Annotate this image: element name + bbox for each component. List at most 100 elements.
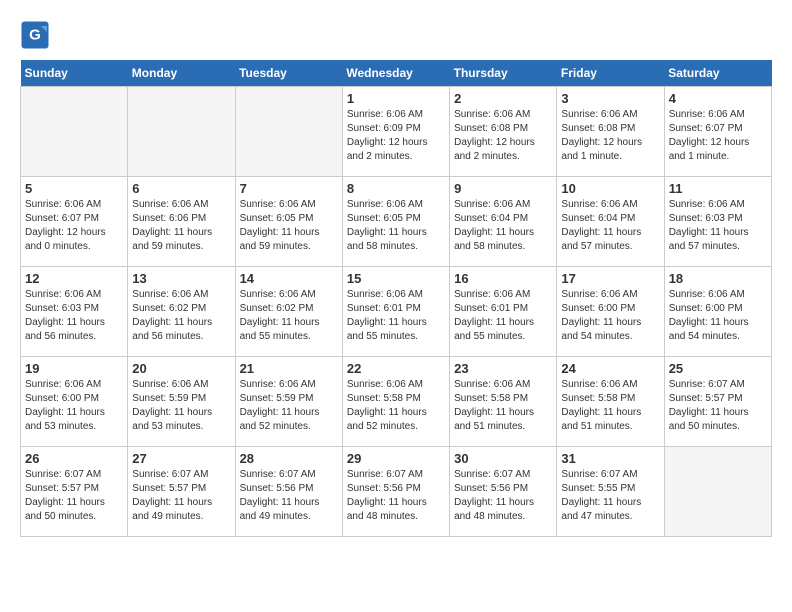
calendar-week-row: 19Sunrise: 6:06 AM Sunset: 6:00 PM Dayli… [21,357,772,447]
calendar-cell: 9Sunrise: 6:06 AM Sunset: 6:04 PM Daylig… [450,177,557,267]
weekday-header-cell: Thursday [450,60,557,87]
day-number: 17 [561,271,659,286]
calendar-cell: 28Sunrise: 6:07 AM Sunset: 5:56 PM Dayli… [235,447,342,537]
calendar-week-row: 5 Sunrise: 6:06 AM Sunset: 6:07 PM Daylig… [21,177,772,267]
weekday-header-cell: Wednesday [342,60,449,87]
calendar-week-row: 26 Sunrise: 6:07 AM Sunset: 5:57 PM Dayli… [21,447,772,537]
day-number: 25 [669,361,767,376]
calendar-cell [21,87,128,177]
calendar-week-row: 1 Sunrise: 6:06 AM Sunset: 6:09 PM Daylig… [21,87,772,177]
calendar-cell: 5 Sunrise: 6:06 AM Sunset: 6:07 PM Daylig… [21,177,128,267]
calendar-cell: 25 Sunrise: 6:07 AM Sunset: 5:57 PM Dayli… [664,357,771,447]
day-info: Sunrise: 6:07 AM Sunset: 5:56 PM Dayligh… [454,468,552,524]
day-info: Sunrise: 6:06 AM Sunset: 6:09 PM Dayligh… [347,108,445,164]
calendar-cell: 26 Sunrise: 6:07 AM Sunset: 5:57 PM Dayli… [21,447,128,537]
day-number: 16 [454,271,552,286]
day-info: Sunrise: 6:06 AM Sunset: 6:08 PM Dayligh… [454,108,552,164]
day-info: Sunrise: 6:06 AM Sunset: 6:03 PM Dayligh… [669,198,767,254]
calendar-cell: 19Sunrise: 6:06 AM Sunset: 6:00 PM Dayli… [21,357,128,447]
day-info: Sunrise: 6:06 AM Sunset: 6:00 PM Dayligh… [561,288,659,344]
page-header: G [20,20,772,50]
calendar-cell: 11 Sunrise: 6:06 AM Sunset: 6:03 PM Dayli… [664,177,771,267]
day-number: 28 [240,451,338,466]
day-number: 14 [240,271,338,286]
calendar-cell: 27 Sunrise: 6:07 AM Sunset: 5:57 PM Dayli… [128,447,235,537]
calendar-cell: 30 Sunrise: 6:07 AM Sunset: 5:56 PM Dayli… [450,447,557,537]
calendar-cell: 3 Sunrise: 6:06 AM Sunset: 6:08 PM Daylig… [557,87,664,177]
weekday-header-cell: Saturday [664,60,771,87]
calendar-cell: 15 Sunrise: 6:06 AM Sunset: 6:01 PM Dayli… [342,267,449,357]
day-info: Sunrise: 6:06 AM Sunset: 6:08 PM Dayligh… [561,108,659,164]
day-number: 11 [669,181,767,196]
weekday-header-cell: Friday [557,60,664,87]
day-number: 13 [132,271,230,286]
weekday-header-cell: Monday [128,60,235,87]
day-info: Sunrise: 6:06 AM Sunset: 6:00 PM Dayligh… [669,288,767,344]
logo: G [20,20,54,50]
day-info: Sunrise: 6:07 AM Sunset: 5:56 PM Dayligh… [347,468,445,524]
day-number: 2 [454,91,552,106]
calendar-cell: 4 Sunrise: 6:06 AM Sunset: 6:07 PM Daylig… [664,87,771,177]
day-number: 22 [347,361,445,376]
day-number: 27 [132,451,230,466]
calendar-cell: 8Sunrise: 6:06 AM Sunset: 6:05 PM Daylig… [342,177,449,267]
calendar-cell: 23 Sunrise: 6:06 AM Sunset: 5:58 PM Dayli… [450,357,557,447]
calendar-cell: 18 Sunrise: 6:06 AM Sunset: 6:00 PM Dayli… [664,267,771,357]
day-number: 10 [561,181,659,196]
day-info: Sunrise: 6:06 AM Sunset: 5:59 PM Dayligh… [132,378,230,434]
day-info: Sunrise: 6:06 AM Sunset: 6:03 PM Dayligh… [25,288,123,344]
calendar-cell: 24Sunrise: 6:06 AM Sunset: 5:58 PM Dayli… [557,357,664,447]
calendar-cell [235,87,342,177]
day-number: 4 [669,91,767,106]
day-info: Sunrise: 6:06 AM Sunset: 6:01 PM Dayligh… [454,288,552,344]
day-info: Sunrise: 6:06 AM Sunset: 6:05 PM Dayligh… [347,198,445,254]
day-info: Sunrise: 6:06 AM Sunset: 6:01 PM Dayligh… [347,288,445,344]
calendar-cell: 31 Sunrise: 6:07 AM Sunset: 5:55 PM Dayli… [557,447,664,537]
day-info: Sunrise: 6:06 AM Sunset: 6:07 PM Dayligh… [669,108,767,164]
day-info: Sunrise: 6:07 AM Sunset: 5:57 PM Dayligh… [132,468,230,524]
day-number: 1 [347,91,445,106]
calendar-cell: 14 Sunrise: 6:06 AM Sunset: 6:02 PM Dayli… [235,267,342,357]
day-info: Sunrise: 6:06 AM Sunset: 6:02 PM Dayligh… [240,288,338,344]
weekday-header-cell: Sunday [21,60,128,87]
day-number: 15 [347,271,445,286]
day-number: 18 [669,271,767,286]
day-info: Sunrise: 6:07 AM Sunset: 5:57 PM Dayligh… [669,378,767,434]
day-number: 12 [25,271,123,286]
calendar-cell: 16 Sunrise: 6:06 AM Sunset: 6:01 PM Dayli… [450,267,557,357]
day-number: 5 [25,181,123,196]
calendar-cell: 20 Sunrise: 6:06 AM Sunset: 5:59 PM Dayli… [128,357,235,447]
calendar-cell: 13 Sunrise: 6:06 AM Sunset: 6:02 PM Dayli… [128,267,235,357]
day-info: Sunrise: 6:06 AM Sunset: 6:04 PM Dayligh… [454,198,552,254]
calendar-week-row: 12 Sunrise: 6:06 AM Sunset: 6:03 PM Dayli… [21,267,772,357]
day-number: 6 [132,181,230,196]
calendar-cell: 12 Sunrise: 6:06 AM Sunset: 6:03 PM Dayli… [21,267,128,357]
day-number: 23 [454,361,552,376]
calendar-cell: 6Sunrise: 6:06 AM Sunset: 6:06 PM Daylig… [128,177,235,267]
day-number: 30 [454,451,552,466]
logo-icon: G [20,20,50,50]
day-number: 20 [132,361,230,376]
weekday-header-cell: Tuesday [235,60,342,87]
day-info: Sunrise: 6:06 AM Sunset: 6:02 PM Dayligh… [132,288,230,344]
calendar-cell: 29Sunrise: 6:07 AM Sunset: 5:56 PM Dayli… [342,447,449,537]
calendar-cell: 22Sunrise: 6:06 AM Sunset: 5:58 PM Dayli… [342,357,449,447]
calendar-cell [128,87,235,177]
day-info: Sunrise: 6:06 AM Sunset: 6:05 PM Dayligh… [240,198,338,254]
calendar-cell: 2 Sunrise: 6:06 AM Sunset: 6:08 PM Daylig… [450,87,557,177]
day-info: Sunrise: 6:06 AM Sunset: 6:00 PM Dayligh… [25,378,123,434]
day-info: Sunrise: 6:06 AM Sunset: 6:04 PM Dayligh… [561,198,659,254]
day-info: Sunrise: 6:06 AM Sunset: 5:59 PM Dayligh… [240,378,338,434]
day-number: 21 [240,361,338,376]
day-info: Sunrise: 6:06 AM Sunset: 5:58 PM Dayligh… [454,378,552,434]
calendar-cell [664,447,771,537]
day-info: Sunrise: 6:07 AM Sunset: 5:55 PM Dayligh… [561,468,659,524]
weekday-header-row: SundayMondayTuesdayWednesdayThursdayFrid… [21,60,772,87]
calendar-cell: 21 Sunrise: 6:06 AM Sunset: 5:59 PM Dayli… [235,357,342,447]
day-number: 31 [561,451,659,466]
day-info: Sunrise: 6:07 AM Sunset: 5:57 PM Dayligh… [25,468,123,524]
day-number: 26 [25,451,123,466]
day-info: Sunrise: 6:06 AM Sunset: 6:07 PM Dayligh… [25,198,123,254]
calendar-cell: 10 Sunrise: 6:06 AM Sunset: 6:04 PM Dayli… [557,177,664,267]
day-number: 3 [561,91,659,106]
